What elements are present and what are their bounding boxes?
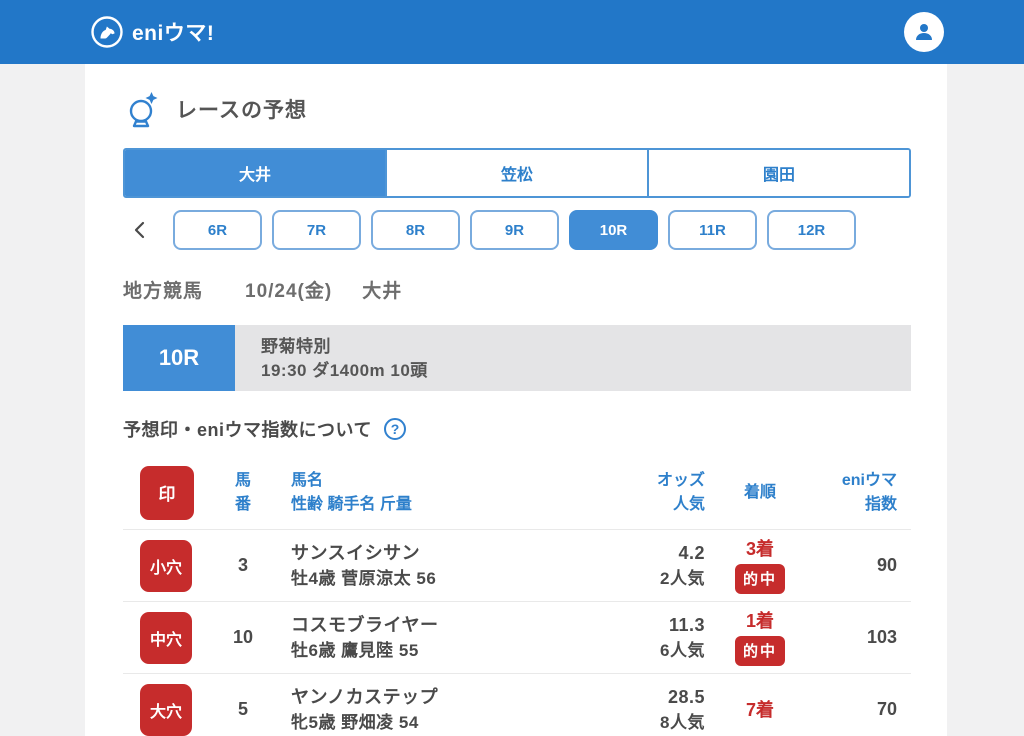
tab-sonoda[interactable]: 園田 <box>647 150 909 196</box>
col-header-horse-name: 馬名 性齢 騎手名 斤量 <box>275 469 555 517</box>
result-rank: 1着 <box>745 611 774 631</box>
race-banner: 10R 野菊特別 19:30 ダ1400m 10頭 <box>123 325 911 391</box>
race-banner-body: 野菊特別 19:30 ダ1400m 10頭 <box>235 325 911 391</box>
race-name: 野菊特別 <box>261 337 331 356</box>
result-rank: 7着 <box>745 699 774 720</box>
col-header-horse-number-line1: 馬 <box>234 471 251 489</box>
prediction-card: レースの予想 大井 笠松 園田 6R 7R 8R 9R 10R 11R 12R … <box>85 64 947 736</box>
prev-races-button[interactable] <box>123 213 157 247</box>
race-button-list: 6R 7R 8R 9R 10R 11R 12R <box>173 210 856 250</box>
race-button-11r[interactable]: 11R <box>668 210 757 250</box>
table-header-row: 印 馬 番 馬名 性齢 騎手名 斤量 オッズ 人気 着順 eniウマ 指数 <box>123 456 911 530</box>
horse-name: ヤンノカステップ <box>291 686 439 707</box>
horse-number: 3 <box>237 555 248 575</box>
chevron-left-icon <box>132 221 148 239</box>
result-cell: 7着 <box>705 698 815 722</box>
about-label: 予想印・eniウマ指数について <box>123 420 372 440</box>
odds-value: 11.3 <box>668 614 705 635</box>
meta-category: 地方競馬 <box>123 281 204 302</box>
index-value: 70 <box>876 699 897 719</box>
odds-cell: 28.5 8人気 <box>555 684 705 736</box>
index-value: 103 <box>866 627 897 647</box>
horse-name: コスモブライヤー <box>291 614 439 635</box>
app-logo[interactable]: eniウマ! <box>90 15 214 49</box>
table-row: 大穴 5 ヤンノカステップ 牝5歳 野畑凌 54 28.5 8人気 7着 70 <box>123 674 911 736</box>
race-button-7r[interactable]: 7R <box>272 210 361 250</box>
result-rank: 3着 <box>745 539 774 559</box>
col-header-horse-number: 馬 番 <box>211 469 275 517</box>
tab-kasamatsu[interactable]: 笠松 <box>385 150 647 196</box>
odds-value: 28.5 <box>667 686 705 707</box>
race-banner-number: 10R <box>123 325 235 391</box>
help-icon[interactable]: ? <box>383 418 406 440</box>
race-button-6r[interactable]: 6R <box>173 210 262 250</box>
col-header-odds-line1: オッズ <box>656 471 705 489</box>
race-button-8r[interactable]: 8R <box>371 210 460 250</box>
result-cell: 3着 的中 <box>705 537 815 594</box>
person-icon <box>912 20 936 44</box>
meta-date: 10/24(金) <box>245 281 333 302</box>
race-button-9r[interactable]: 9R <box>470 210 559 250</box>
horse-name-cell: コスモブライヤー 牡6歳 鷹見陸 55 <box>275 612 555 664</box>
col-header-odds: オッズ 人気 <box>555 469 705 517</box>
section-title-row: レースの予想 <box>123 90 911 128</box>
col-header-index: eniウマ 指数 <box>815 469 911 517</box>
horse-number: 10 <box>232 627 254 647</box>
col-header-index-line2: 指数 <box>864 495 897 513</box>
mark-column-badge: 印 <box>140 465 194 520</box>
col-header-index-line1: eniウマ <box>841 471 897 489</box>
col-header-result: 着順 <box>743 483 776 501</box>
horse-logo-icon <box>90 15 124 49</box>
horse-name-cell: サンスイシサン 牡4歳 菅原涼太 56 <box>275 540 555 592</box>
race-button-10r[interactable]: 10R <box>569 210 658 250</box>
odds-value: 4.2 <box>678 542 705 563</box>
about-row: 予想印・eniウマ指数について ? <box>123 416 911 442</box>
col-header-odds-line2: 人気 <box>672 495 705 513</box>
hit-badge: 的中 <box>734 636 785 666</box>
crystal-ball-icon <box>123 90 161 128</box>
app-header: eniウマ! <box>0 0 1024 64</box>
horse-detail: 牡6歳 鷹見陸 55 <box>291 640 419 660</box>
result-cell: 1着 的中 <box>705 609 815 666</box>
table-row: 小穴 3 サンスイシサン 牡4歳 菅原涼太 56 4.2 2人気 3着 的中 9… <box>123 530 911 602</box>
horse-name-cell: ヤンノカステップ 牝5歳 野畑凌 54 <box>275 684 555 736</box>
index-value: 90 <box>876 555 897 575</box>
popularity-value: 2人気 <box>660 568 705 588</box>
app-logo-text: eniウマ! <box>132 22 215 45</box>
user-avatar-button[interactable] <box>904 12 944 52</box>
page-title: レースの予想 <box>176 99 307 122</box>
odds-cell: 4.2 2人気 <box>555 540 705 592</box>
popularity-value: 6人気 <box>660 640 705 660</box>
hit-badge: 的中 <box>734 564 785 594</box>
prediction-table: 印 馬 番 馬名 性齢 騎手名 斤量 オッズ 人気 着順 eniウマ 指数 小穴… <box>85 456 947 736</box>
col-header-horse-name-line1: 馬名 <box>291 471 324 489</box>
race-meta-line: 地方競馬 10/24(金) 大井 <box>123 276 911 303</box>
table-row: 中穴 10 コスモブライヤー 牡6歳 鷹見陸 55 11.3 6人気 1着 的中… <box>123 602 911 674</box>
race-number-nav: 6R 7R 8R 9R 10R 11R 12R <box>123 210 911 250</box>
mark-badge: 中穴 <box>140 611 192 664</box>
mark-badge: 小穴 <box>140 539 192 592</box>
mark-badge: 大穴 <box>140 683 192 736</box>
horse-name: サンスイシサン <box>291 542 421 563</box>
col-header-horse-number-line2: 番 <box>234 495 251 513</box>
horse-number: 5 <box>237 699 248 719</box>
venue-tabs: 大井 笠松 園田 <box>123 148 911 198</box>
popularity-value: 8人気 <box>660 712 705 732</box>
col-header-horse-name-line2: 性齢 騎手名 斤量 <box>291 495 412 513</box>
tab-ooi[interactable]: 大井 <box>125 150 385 196</box>
odds-cell: 11.3 6人気 <box>555 612 705 664</box>
horse-detail: 牝5歳 野畑凌 54 <box>291 712 419 732</box>
horse-detail: 牡4歳 菅原涼太 56 <box>291 568 437 588</box>
race-details: 19:30 ダ1400m 10頭 <box>261 361 428 380</box>
meta-venue: 大井 <box>362 281 403 302</box>
race-button-12r[interactable]: 12R <box>767 210 856 250</box>
